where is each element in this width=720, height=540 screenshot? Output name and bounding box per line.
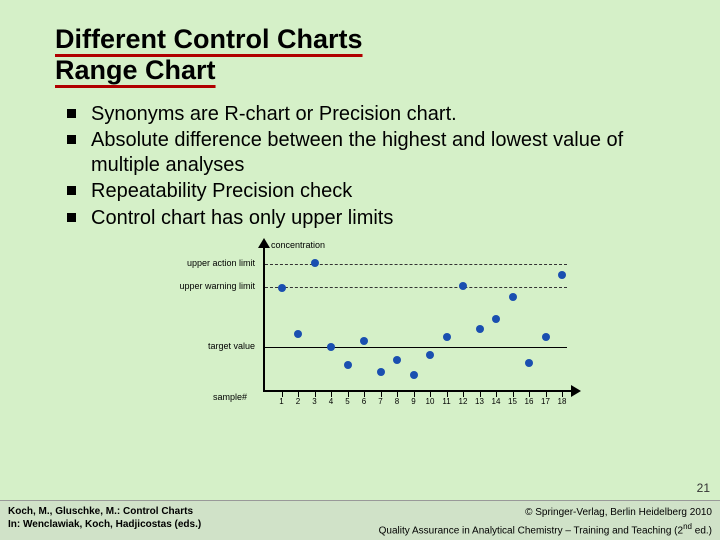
bullet-item: Control chart has only upper limits [91,206,678,230]
data-point [278,284,286,292]
slide: Different Control Charts Range Chart Syn… [0,0,720,540]
footer-book-a: Quality Assurance in Analytical Chemistr… [379,525,683,536]
target-label: target value [145,341,255,351]
x-tick-label: 3 [307,397,323,406]
x-tick-label: 18 [554,397,570,406]
bullet-item: Repeatability Precision check [91,179,678,203]
bullet-list: Synonyms are R-chart or Precision chart.… [55,102,678,230]
x-tick-label: 6 [356,397,372,406]
upper-warning-label: upper warning limit [145,281,255,291]
data-point [459,282,467,290]
data-point [426,351,434,359]
x-tick-label: 8 [389,397,405,406]
data-point [393,356,401,364]
slide-title: Different Control Charts Range Chart [55,24,678,86]
upper-warning-line [265,287,567,288]
x-axis [263,390,573,392]
x-tick-label: 13 [472,397,488,406]
title-line-2: Range Chart [55,55,216,85]
x-tick-label: 4 [323,397,339,406]
data-point [476,325,484,333]
control-chart: concentration sample# upper action limit… [145,242,585,412]
data-point [377,368,385,376]
x-tick-label: 1 [274,397,290,406]
bullet-item: Synonyms are R-chart or Precision chart. [91,102,678,126]
x-tick-label: 2 [290,397,306,406]
data-point [509,293,517,301]
data-point [492,315,500,323]
x-axis-arrow-icon [571,385,581,397]
footer: Koch, M., Gluschke, M.: Control Charts I… [0,500,720,540]
x-tick-label: 15 [505,397,521,406]
x-axis-label: sample# [213,392,247,402]
x-tick-label: 11 [439,397,455,406]
x-tick-label: 7 [373,397,389,406]
bullet-item: Absolute difference between the highest … [91,128,678,177]
upper-action-label: upper action limit [145,258,255,268]
x-tick-label: 17 [538,397,554,406]
x-tick-label: 14 [488,397,504,406]
data-point [360,337,368,345]
footer-left: Koch, M., Gluschke, M.: Control Charts I… [8,505,201,536]
data-point [542,333,550,341]
x-tick-label: 12 [455,397,471,406]
target-line [265,347,567,348]
footer-copyright: © Springer-Verlag, Berlin Heidelberg 201… [525,507,712,518]
x-tick-label: 16 [521,397,537,406]
data-point [525,359,533,367]
x-tick-label: 5 [340,397,356,406]
footer-book-sup: nd [683,522,692,531]
footer-book-b: ed.) [692,525,712,536]
data-point [558,271,566,279]
x-tick-label: 10 [422,397,438,406]
y-axis-arrow-icon [258,238,270,248]
page-number: 21 [697,481,710,495]
y-axis-label: concentration [271,240,325,250]
footer-authors: Koch, M., Gluschke, M.: Control Charts [8,506,193,517]
title-line-1: Different Control Charts [55,24,363,54]
data-point [344,361,352,369]
data-point [294,330,302,338]
data-point [327,343,335,351]
data-point [410,371,418,379]
data-point [443,333,451,341]
footer-editors: In: Wenclawiak, Koch, Hadjicostas (eds.) [8,519,201,530]
x-tick-label: 9 [406,397,422,406]
data-point [311,259,319,267]
footer-right: © Springer-Verlag, Berlin Heidelberg 201… [379,505,712,536]
